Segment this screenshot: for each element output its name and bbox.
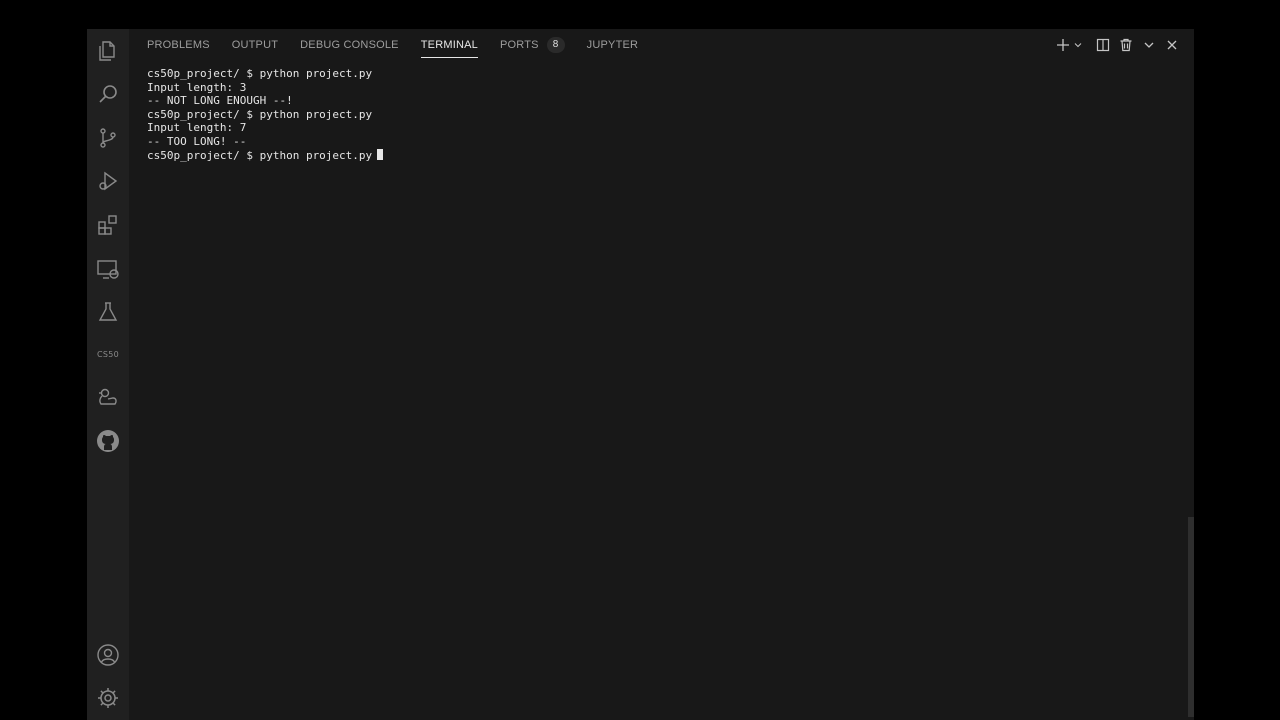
cs50-icon[interactable]: CS50 <box>96 342 120 366</box>
account-icon[interactable] <box>96 643 120 667</box>
tab-debug-console[interactable]: DEBUG CONSOLE <box>300 29 399 61</box>
terminal-line: Input length: 3 <box>147 80 247 94</box>
panel-tabs: PROBLEMS OUTPUT DEBUG CONSOLE TERMINAL P… <box>147 29 660 61</box>
tab-problems[interactable]: PROBLEMS <box>147 29 210 61</box>
tab-ports[interactable]: PORTS 8 <box>500 29 565 61</box>
activity-bar: CS50 <box>87 29 129 720</box>
run-debug-icon[interactable] <box>96 169 120 193</box>
terminal-cursor <box>377 148 384 160</box>
search-icon[interactable] <box>96 82 120 106</box>
settings-gear-icon[interactable] <box>96 686 120 710</box>
remote-explorer-icon[interactable] <box>96 257 120 281</box>
tab-jupyter[interactable]: JUPYTER <box>587 29 639 61</box>
github-icon[interactable] <box>96 429 120 453</box>
terminal-line: cs50p_project/ $ python project.py <box>147 148 373 162</box>
extensions-icon[interactable] <box>96 213 120 237</box>
more-chevron-down-icon[interactable] <box>1139 35 1159 55</box>
split-terminal-icon[interactable] <box>1093 35 1113 55</box>
new-terminal-plus-icon[interactable] <box>1053 35 1073 55</box>
terminal-line: Input length: 7 <box>147 121 247 135</box>
panel-actions <box>1050 35 1182 55</box>
ports-count-badge: 8 <box>546 37 565 53</box>
explorer-icon[interactable] <box>96 39 120 63</box>
source-control-icon[interactable] <box>96 126 120 150</box>
tab-terminal[interactable]: TERMINAL <box>420 29 479 61</box>
terminal-scrollbar[interactable] <box>1188 517 1194 717</box>
terminal-prompt-line: cs50p_project/ $ python project.py <box>147 148 1174 163</box>
terminal-output[interactable]: cs50p_project/ $ python project.py Input… <box>147 67 1174 720</box>
close-icon[interactable] <box>1162 35 1182 55</box>
terminal-line: -- NOT LONG ENOUGH --! <box>147 94 293 108</box>
trash-icon[interactable] <box>1116 35 1136 55</box>
terminal-line: cs50p_project/ $ python project.py <box>147 67 373 80</box>
duck-icon[interactable] <box>96 386 120 410</box>
terminal-line: -- TOO LONG! -- <box>147 134 247 148</box>
vscode-window: CS50 PROBLEMS OUTPUT DEBUG CONSOLE TERMI… <box>87 29 1194 720</box>
testing-icon[interactable] <box>96 300 120 324</box>
terminal-line: cs50p_project/ $ python project.py <box>147 107 373 121</box>
tab-output[interactable]: OUTPUT <box>232 29 278 61</box>
terminal-dropdown-chevron-icon[interactable] <box>1073 35 1083 55</box>
terminal-panel: PROBLEMS OUTPUT DEBUG CONSOLE TERMINAL P… <box>129 29 1194 720</box>
